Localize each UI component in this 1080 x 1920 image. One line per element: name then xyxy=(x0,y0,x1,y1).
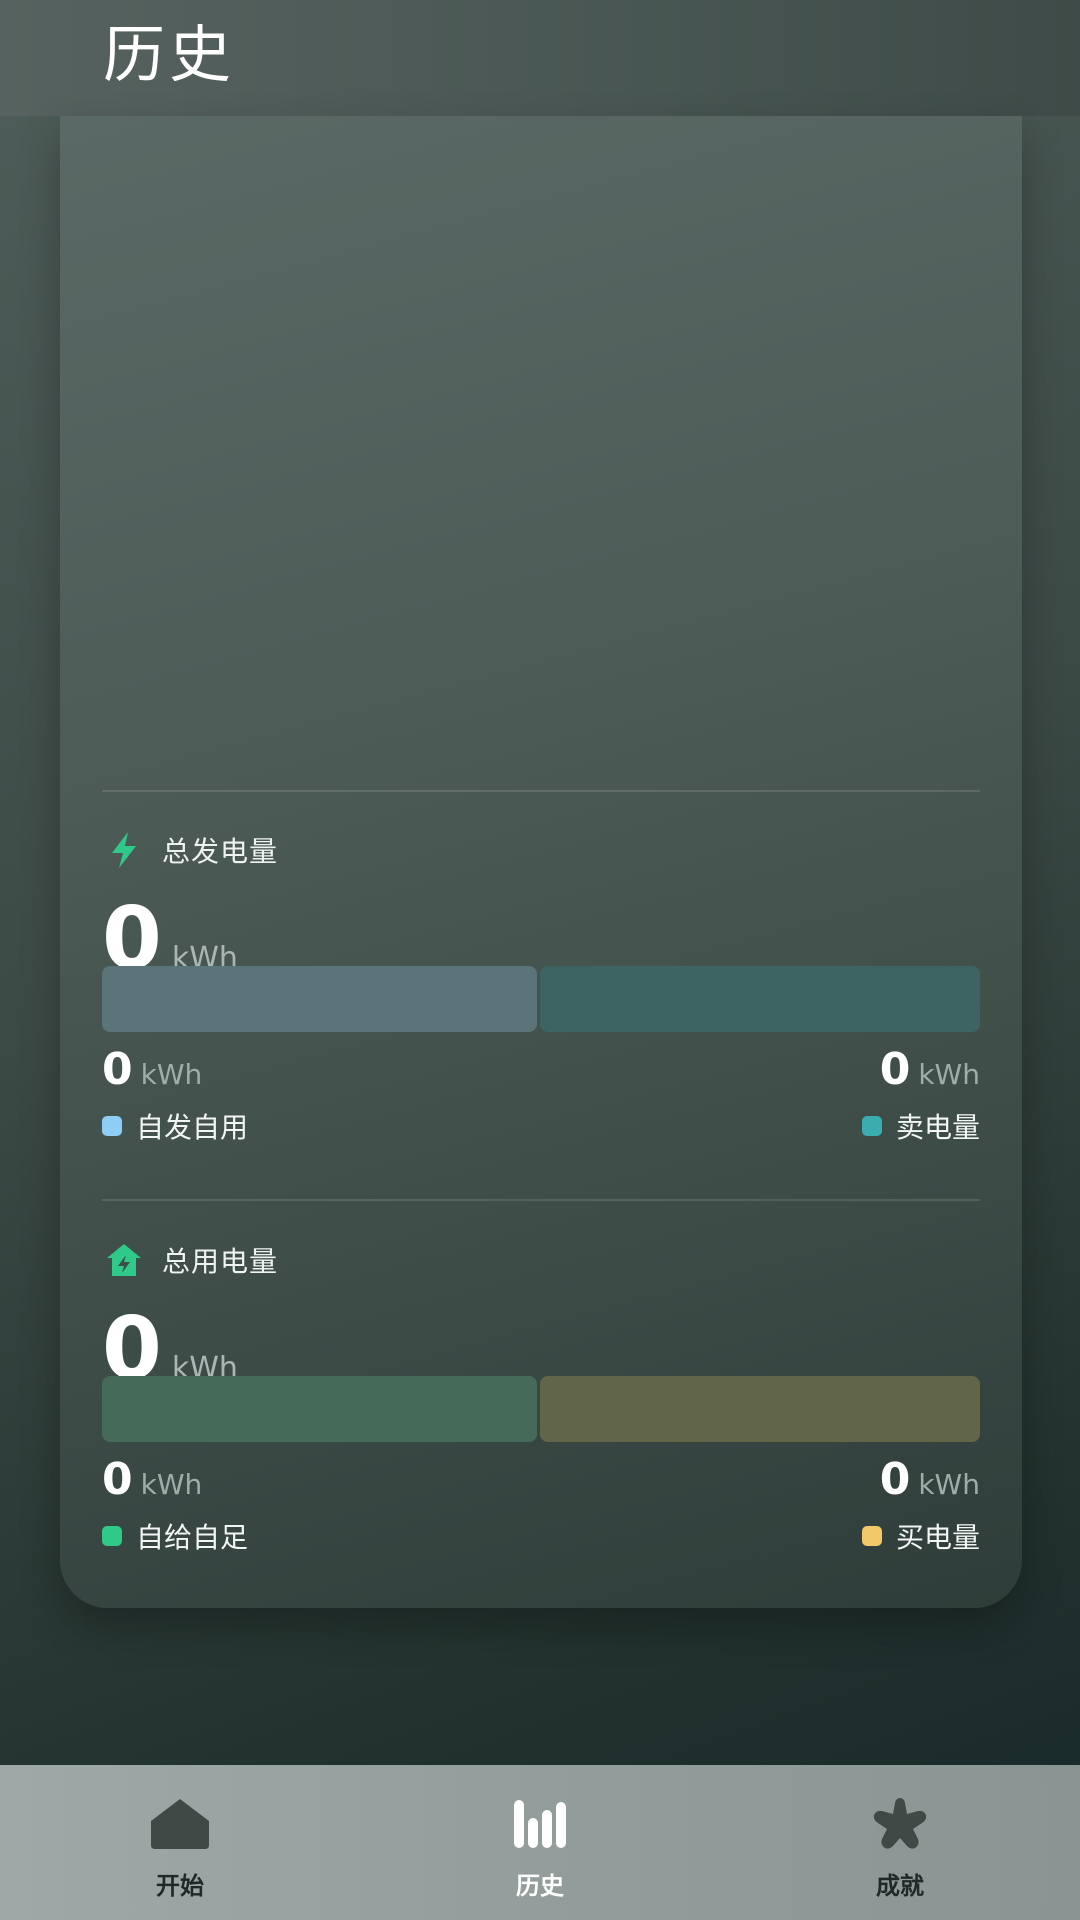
tab-history-label: 历史 xyxy=(516,1872,564,1900)
bought-legend: 买电量 xyxy=(861,1516,980,1556)
self-use-unit: kWh xyxy=(140,1058,203,1091)
star-icon xyxy=(868,1792,932,1856)
self-sufficient-dot xyxy=(102,1526,122,1546)
generation-section: 总发电量 0 kWh 0 kWh 0 kWh 自发自用 卖电量 xyxy=(102,826,980,1146)
consumption-section: 总用电量 0 kWh 0 kWh 0 kWh 自给自足 买电量 xyxy=(102,1236,980,1556)
sold-unit: kWh xyxy=(918,1058,980,1091)
generation-header: 总发电量 xyxy=(102,826,278,874)
sold-legend: 卖电量 xyxy=(861,1106,980,1146)
self-sufficient-bar xyxy=(102,1376,537,1442)
divider xyxy=(102,1199,980,1201)
self-use-legend: 自发自用 xyxy=(102,1106,248,1146)
bought-bar xyxy=(540,1376,980,1442)
self-use-number: 0 xyxy=(102,1044,133,1095)
lightning-icon xyxy=(102,828,146,872)
generation-bar xyxy=(102,966,980,1032)
home-energy-icon xyxy=(102,1238,146,1282)
self-use-label: 自发自用 xyxy=(136,1111,249,1144)
self-use-bar xyxy=(102,966,537,1032)
self-sufficient-legend: 自给自足 xyxy=(102,1516,248,1556)
bottom-tab-bar: 开始 历史 成就 xyxy=(0,1765,1080,1920)
sold-dot xyxy=(861,1116,882,1136)
tab-start-label: 开始 xyxy=(156,1872,204,1900)
tab-history[interactable]: 历史 xyxy=(360,1765,720,1920)
self-sufficient-number: 0 xyxy=(102,1454,133,1505)
bar-chart-icon xyxy=(508,1792,572,1856)
self-sufficient-label: 自给自足 xyxy=(136,1521,249,1554)
consumption-title: 总用电量 xyxy=(162,1245,279,1278)
header: 历史 xyxy=(0,0,1080,116)
sold-label: 卖电量 xyxy=(895,1111,980,1144)
history-card: 总发电量 0 kWh 0 kWh 0 kWh 自发自用 卖电量 总用电量 0 k… xyxy=(60,116,1022,1608)
tab-achievements-label: 成就 xyxy=(876,1872,924,1900)
home-icon xyxy=(148,1792,212,1856)
self-use-dot xyxy=(102,1116,122,1136)
bought-dot xyxy=(861,1526,882,1546)
self-sufficient-unit: kWh xyxy=(140,1468,203,1501)
page-title: 历史 xyxy=(103,18,236,91)
bought-label: 买电量 xyxy=(895,1521,980,1554)
sold-number: 0 xyxy=(879,1044,911,1095)
divider xyxy=(102,790,980,792)
bought-unit: kWh xyxy=(918,1468,980,1501)
bought-number: 0 xyxy=(879,1454,911,1505)
consumption-bar xyxy=(102,1376,980,1442)
chart-area xyxy=(60,116,1022,788)
sold-value: 0 kWh xyxy=(879,1044,980,1095)
consumption-header: 总用电量 xyxy=(102,1236,278,1284)
self-sufficient-value: 0 kWh xyxy=(102,1454,203,1505)
generation-title: 总发电量 xyxy=(162,835,279,868)
tab-start[interactable]: 开始 xyxy=(0,1765,360,1920)
tab-achievements[interactable]: 成就 xyxy=(720,1765,1080,1920)
sold-bar xyxy=(540,966,980,1032)
bought-value: 0 kWh xyxy=(879,1454,980,1505)
self-use-value: 0 kWh xyxy=(102,1044,203,1095)
